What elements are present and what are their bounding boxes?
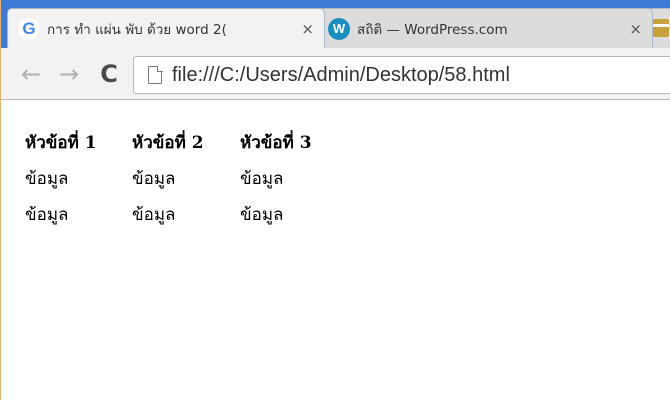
table-cell: ข้อมูล	[240, 169, 284, 189]
table-cell: ข้อมูล	[132, 205, 176, 225]
table-cell: ข้อมูล	[25, 205, 69, 225]
tab-google-search[interactable]: G การ ทำ แผ่น พับ ด้วย word 2( ×	[7, 8, 325, 48]
table-header-cell: หัวข้อที่ 1	[25, 133, 97, 153]
tab-title: สถิติ — WordPress.com	[357, 21, 508, 38]
page-viewport: หัวข้อที่ 1 หัวข้อที่ 2 หัวข้อที่ 3 ข้อม…	[1, 101, 670, 400]
table-header-row: หัวข้อที่ 1 หัวข้อที่ 2 หัวข้อที่ 3	[25, 125, 350, 161]
tab-wordpress-stats[interactable]: W สถิติ — WordPress.com ×	[317, 8, 653, 48]
table-cell: ข้อมูล	[25, 169, 69, 189]
close-icon[interactable]: ×	[301, 20, 314, 38]
address-bar[interactable]: file:///C:/Users/Admin/Desktop/58.html	[133, 56, 670, 94]
back-arrow-icon[interactable]: ←	[17, 60, 45, 88]
page-icon	[148, 65, 163, 84]
table-cell: ข้อมูล	[132, 169, 176, 189]
tab-strip: G การ ทำ แผ่น พับ ด้วย word 2( × W สถิติ…	[1, 0, 670, 48]
table-cell: ข้อมูล	[240, 205, 284, 225]
url-text[interactable]: file:///C:/Users/Admin/Desktop/58.html	[172, 64, 510, 87]
table-row: ข้อมูล ข้อมูล ข้อมูล	[25, 197, 350, 233]
wordpress-icon: W	[328, 17, 350, 40]
forward-arrow-icon[interactable]: →	[55, 60, 83, 88]
reload-icon[interactable]: C	[95, 60, 123, 88]
table-header-cell: หัวข้อที่ 2	[132, 133, 204, 153]
browser-toolbar: ← → C file:///C:/Users/Admin/Desktop/58.…	[1, 48, 670, 100]
close-icon[interactable]: ×	[629, 20, 642, 38]
table-row: ข้อมูล ข้อมูล ข้อมูล	[25, 161, 350, 197]
table-header-cell: หัวข้อที่ 3	[240, 133, 312, 153]
tab-title: การ ทำ แผ่น พับ ด้วย word 2(	[47, 21, 227, 38]
data-table: หัวข้อที่ 1 หัวข้อที่ 2 หัวข้อที่ 3 ข้อม…	[25, 125, 350, 233]
browser-window: G การ ทำ แผ่น พับ ด้วย word 2( × W สถิติ…	[0, 0, 670, 400]
google-icon: G	[18, 17, 40, 40]
bookmark-icon	[653, 19, 669, 37]
